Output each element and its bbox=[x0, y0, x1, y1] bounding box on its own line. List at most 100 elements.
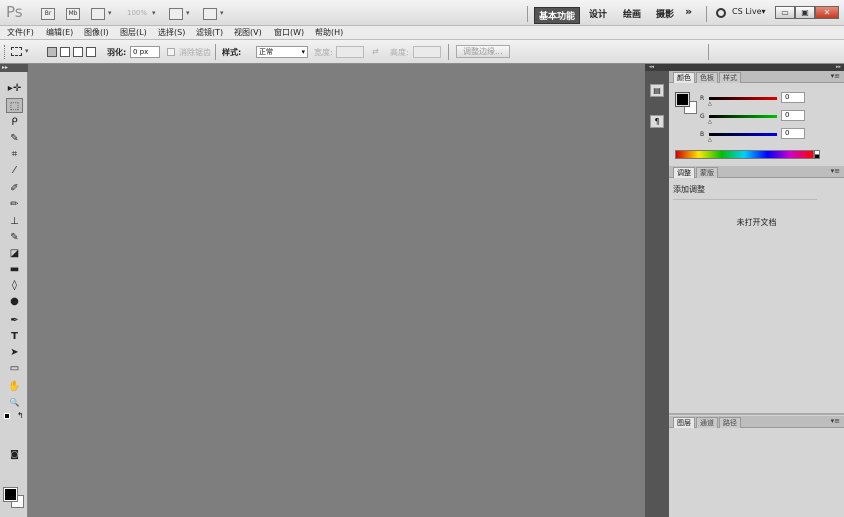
tab-masks[interactable]: 蒙版 bbox=[696, 167, 718, 178]
swap-icon[interactable]: ⇄ bbox=[372, 47, 379, 56]
chevron-down-icon: ▾ bbox=[301, 48, 305, 56]
path-selection-tool[interactable]: ➤ bbox=[6, 345, 23, 360]
history-panel-icon[interactable]: ▤ bbox=[650, 84, 664, 97]
rectangular-marquee-tool[interactable]: ⬚ bbox=[6, 98, 23, 113]
view-extras-icon[interactable] bbox=[91, 8, 105, 20]
eraser-tool[interactable]: ◪ bbox=[6, 246, 23, 261]
color-panel-foreground-swatch[interactable] bbox=[675, 92, 690, 107]
clone-stamp-tool[interactable]: ⊥ bbox=[6, 214, 23, 229]
blue-value-input[interactable]: 0 bbox=[781, 128, 805, 139]
restore-button[interactable]: ▣ bbox=[795, 6, 815, 19]
chevron-down-icon[interactable]: ▾ bbox=[152, 9, 156, 17]
menu-image[interactable]: 图像(I) bbox=[84, 27, 109, 38]
panel-dock-header[interactable]: ▸▸ bbox=[669, 64, 844, 71]
lasso-tool[interactable]: ᑭ bbox=[6, 115, 23, 130]
green-slider[interactable] bbox=[709, 115, 777, 118]
panel-menu-icon[interactable]: ▾≡ bbox=[831, 167, 840, 175]
refine-edge-button[interactable]: 调整边缘... bbox=[456, 45, 510, 58]
width-input[interactable] bbox=[336, 46, 364, 58]
intersect-selection-icon[interactable] bbox=[86, 47, 96, 57]
menu-select[interactable]: 选择(S) bbox=[158, 27, 185, 38]
menu-edit[interactable]: 编辑(E) bbox=[46, 27, 73, 38]
default-colors-icon[interactable] bbox=[4, 413, 10, 419]
red-value-input[interactable]: 0 bbox=[781, 92, 805, 103]
chevron-down-icon[interactable]: ▾ bbox=[108, 9, 112, 17]
menu-view[interactable]: 视图(V) bbox=[234, 27, 262, 38]
panel-menu-icon[interactable]: ▾≡ bbox=[831, 417, 840, 425]
style-select[interactable]: 正常 ▾ bbox=[256, 46, 308, 58]
menu-layer[interactable]: 图层(L) bbox=[120, 27, 147, 38]
crop-tool[interactable]: ⌗ bbox=[6, 147, 23, 162]
slider-handle-icon[interactable]: △ bbox=[708, 101, 712, 107]
menu-window[interactable]: 窗口(W) bbox=[274, 27, 304, 38]
panel-menu-icon[interactable]: ▾≡ bbox=[831, 72, 840, 80]
chevron-down-icon[interactable]: ▾ bbox=[186, 9, 190, 17]
workspace-essentials[interactable]: 基本功能 bbox=[534, 7, 581, 24]
character-panel-icon[interactable]: ¶ bbox=[650, 115, 664, 128]
blue-label: B bbox=[700, 131, 705, 138]
zoom-level[interactable]: 100% bbox=[127, 9, 147, 17]
gradient-tool[interactable]: ▬ bbox=[6, 262, 23, 277]
chevron-down-icon[interactable]: ▾ bbox=[220, 9, 224, 17]
pen-tool[interactable]: ✒ bbox=[6, 313, 23, 328]
slider-handle-icon[interactable]: △ bbox=[708, 119, 712, 125]
history-brush-tool[interactable]: ✎ bbox=[6, 230, 23, 245]
add-selection-icon[interactable] bbox=[60, 47, 70, 57]
chevron-down-icon[interactable]: ▾ bbox=[25, 47, 29, 55]
healing-brush-tool[interactable]: ✐ bbox=[6, 181, 23, 196]
brush-tool[interactable]: ✏ bbox=[6, 197, 23, 212]
black-white-swatch[interactable] bbox=[814, 150, 820, 159]
move-tool[interactable]: ▸✛ bbox=[6, 81, 23, 96]
feather-input[interactable]: 0 px bbox=[130, 46, 160, 58]
dodge-tool[interactable]: ● bbox=[6, 294, 23, 309]
more-workspaces-button[interactable]: » bbox=[685, 5, 692, 18]
foreground-color-swatch[interactable] bbox=[3, 487, 18, 502]
tab-layers[interactable]: 图层 bbox=[673, 417, 695, 428]
new-selection-icon[interactable] bbox=[47, 47, 57, 57]
blur-tool[interactable]: ◊ bbox=[6, 278, 23, 293]
document-area[interactable] bbox=[28, 64, 645, 517]
color-panel-tabs: 颜色 色板 样式 ▾≡ bbox=[669, 71, 844, 83]
minimize-button[interactable]: ▭ bbox=[775, 6, 795, 19]
zoom-tool[interactable]: 🔍 bbox=[6, 395, 23, 410]
cs-live-icon[interactable] bbox=[716, 8, 726, 18]
cs-live-button[interactable]: CS Live▾ bbox=[732, 7, 766, 16]
tab-styles[interactable]: 样式 bbox=[719, 72, 741, 83]
swap-colors-icon[interactable]: ↰ bbox=[17, 411, 24, 420]
bridge-icon[interactable]: Br bbox=[41, 8, 55, 20]
marquee-preset-icon[interactable] bbox=[11, 47, 22, 56]
quick-selection-tool[interactable]: ✎ bbox=[6, 131, 23, 146]
tab-color[interactable]: 颜色 bbox=[673, 72, 695, 83]
tab-swatches[interactable]: 色板 bbox=[696, 72, 718, 83]
close-button[interactable]: ✕ bbox=[815, 6, 839, 19]
blue-slider[interactable] bbox=[709, 133, 777, 136]
arrange-documents-icon[interactable] bbox=[169, 8, 183, 20]
mini-bridge-icon[interactable]: Mb bbox=[66, 8, 80, 20]
hand-tool[interactable]: ✋ bbox=[6, 379, 23, 394]
height-label: 高度: bbox=[390, 48, 409, 57]
height-input[interactable] bbox=[413, 46, 441, 58]
green-value-input[interactable]: 0 bbox=[781, 110, 805, 121]
menu-help[interactable]: 帮助(H) bbox=[315, 27, 343, 38]
tab-paths[interactable]: 路径 bbox=[719, 417, 741, 428]
color-spectrum-bar[interactable] bbox=[675, 150, 814, 159]
shape-tool[interactable]: ▭ bbox=[6, 361, 23, 376]
red-slider[interactable] bbox=[709, 97, 777, 100]
menu-filter[interactable]: 滤镜(T) bbox=[196, 27, 223, 38]
tools-panel-header[interactable]: ▸▸ bbox=[0, 64, 28, 72]
tab-channels[interactable]: 通道 bbox=[696, 417, 718, 428]
workspace-photography[interactable]: 摄影 bbox=[656, 7, 674, 20]
menu-file[interactable]: 文件(F) bbox=[7, 27, 34, 38]
workspace-painting[interactable]: 绘画 bbox=[623, 7, 641, 20]
eyedropper-tool[interactable]: ⁄ bbox=[6, 163, 23, 178]
slider-handle-icon[interactable]: △ bbox=[708, 137, 712, 143]
type-tool[interactable]: T bbox=[6, 329, 23, 344]
antialias-checkbox[interactable] bbox=[167, 48, 175, 56]
tab-adjustments[interactable]: 调整 bbox=[673, 167, 695, 178]
layers-panel-tabs: 图层 通道 路径 ▾≡ bbox=[669, 416, 844, 428]
quick-mask-button[interactable]: ◙ bbox=[6, 448, 23, 463]
subtract-selection-icon[interactable] bbox=[73, 47, 83, 57]
workspace-design[interactable]: 设计 bbox=[589, 7, 607, 20]
dock-header[interactable]: ◂◂ bbox=[645, 64, 669, 71]
screen-mode-icon[interactable] bbox=[203, 8, 217, 20]
